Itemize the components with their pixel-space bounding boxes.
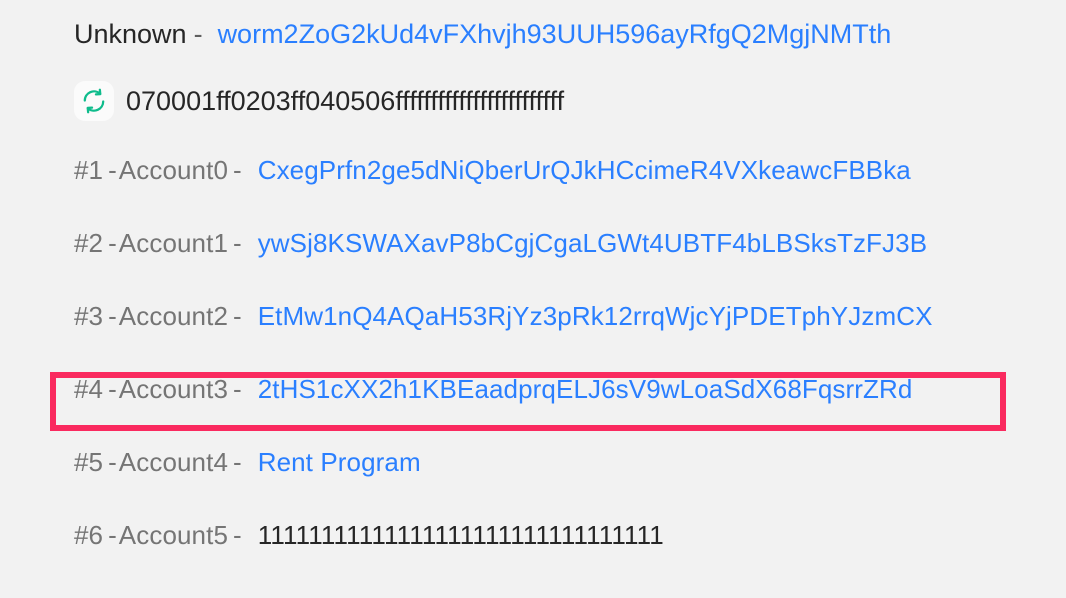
account-separator-2: - [233, 228, 242, 258]
instruction-data-row: 070001ff0203ff040506ffffffffffffffffffff… [0, 68, 1066, 134]
account-name: Account0 [118, 155, 229, 185]
instruction-data-hex: 070001ff0203ff040506ffffffffffffffffffff… [126, 85, 565, 116]
account-name: Account5 [118, 520, 229, 550]
program-id-link[interactable]: worm2ZoG2kUd4vFXhvjh93UUH596ayRfgQ2MgjNM… [218, 19, 892, 50]
header-separator: - [193, 18, 203, 49]
account-separator-1: - [108, 301, 117, 331]
account-row-highlighted: #4 - Account3 - 2tHS1cXX2h1KBEaadprqELJ6… [0, 353, 1066, 426]
account-row: #5 - Account4 - Rent Program [0, 426, 1066, 499]
account-row: #6 - Account5 - 111111111111111111111111… [0, 499, 1066, 572]
account-row: #2 - Account1 - ywSj8KSWAXavP8bCgjCgaLGW… [0, 207, 1066, 280]
account-separator-1: - [108, 155, 117, 185]
account-name: Account4 [118, 447, 229, 477]
account-separator-1: - [108, 374, 117, 404]
account-index: #5 [74, 447, 104, 477]
account-program-link[interactable]: Rent Program [258, 447, 421, 478]
refresh-icon[interactable] [74, 81, 114, 121]
account-index: #6 [74, 520, 104, 550]
account-address-link[interactable]: CxegPrfn2ge5dNiQberUrQJkHCcimeR4VXkeawcF… [258, 155, 911, 186]
account-index: #4 [74, 374, 104, 404]
account-separator-2: - [233, 520, 242, 550]
account-name: Account3 [118, 374, 229, 404]
account-name: Account2 [118, 301, 229, 331]
account-index: #2 [74, 228, 104, 258]
transaction-instruction-panel: Unknown - worm2ZoG2kUd4vFXhvjh93UUH596ay… [0, 0, 1066, 598]
account-address-link[interactable]: 2tHS1cXX2h1KBEaadprqELJ6sV9wLoaSdX68Fqsr… [258, 374, 913, 405]
instruction-program-title: Unknown [74, 18, 187, 49]
account-separator-2: - [233, 301, 242, 331]
account-separator-1: - [108, 447, 117, 477]
account-index: #1 [74, 155, 104, 185]
account-separator-2: - [233, 447, 242, 477]
account-row: #1 - Account0 - CxegPrfn2ge5dNiQberUrQJk… [0, 134, 1066, 207]
account-name: Account1 [118, 228, 229, 258]
account-address-link[interactable]: ywSj8KSWAXavP8bCgjCgaLGWt4UBTF4bLBSksTzF… [258, 228, 927, 259]
account-separator-1: - [108, 520, 117, 550]
account-address-plain: 11111111111111111111111111111111 [257, 520, 664, 550]
account-row: #3 - Account2 - EtMw1nQ4AQaH53RjYz3pRk12… [0, 280, 1066, 353]
account-index: #3 [74, 301, 104, 331]
account-address-link[interactable]: EtMw1nQ4AQaH53RjYz3pRk12rrqWjcYjPDETphYJ… [258, 301, 933, 332]
account-separator-2: - [233, 374, 242, 404]
instruction-header-row: Unknown - worm2ZoG2kUd4vFXhvjh93UUH596ay… [0, 0, 1066, 68]
account-separator-1: - [108, 228, 117, 258]
account-separator-2: - [233, 155, 242, 185]
